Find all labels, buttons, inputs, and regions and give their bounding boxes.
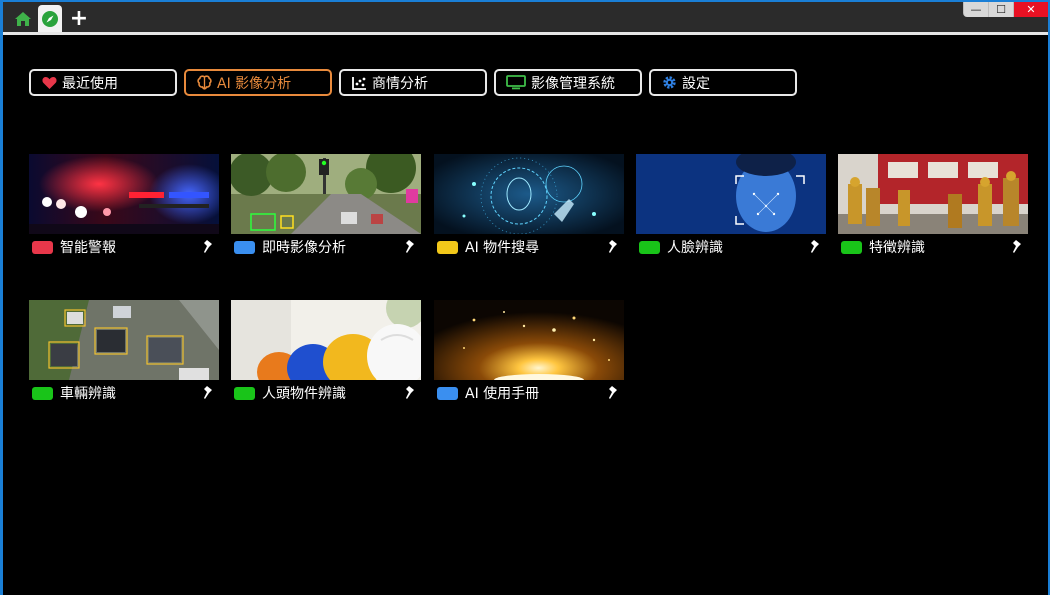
category-tag — [32, 240, 53, 254]
nav-vms-button[interactable]: 影像管理系統 — [494, 69, 642, 96]
card-title: 智能警報 — [60, 240, 116, 256]
category-tag — [437, 240, 458, 254]
card-vehicle-recognition[interactable]: 車輛辨識 — [29, 300, 219, 406]
nav-ai-video-label: AI 影像分析 — [217, 75, 292, 92]
heart-icon — [41, 75, 57, 91]
minimize-button[interactable]: — — [963, 2, 988, 17]
scatter-chart-icon — [351, 75, 367, 91]
card-caption: 人臉辨識 — [636, 234, 826, 260]
pin-icon[interactable] — [403, 386, 415, 400]
category-tag — [32, 386, 53, 400]
card-title: AI 物件搜尋 — [465, 240, 540, 256]
card-caption: 即時影像分析 — [231, 234, 421, 260]
active-tab[interactable] — [38, 5, 62, 33]
nav-business-button[interactable]: 商情分析 — [339, 69, 487, 96]
police-lights-image — [29, 154, 219, 234]
pin-icon[interactable] — [403, 240, 415, 254]
card-ai-object-search[interactable]: AI 物件搜尋 — [434, 154, 624, 260]
face-recognition-image — [636, 154, 826, 234]
category-tag — [841, 240, 862, 254]
monitor-icon — [506, 75, 526, 91]
pin-icon[interactable] — [606, 240, 618, 254]
nav-settings-button[interactable]: 設定 — [649, 69, 797, 96]
category-tag — [437, 386, 458, 400]
card-face-recognition[interactable]: 人臉辨識 — [636, 154, 826, 260]
card-caption: AI 使用手冊 — [434, 380, 624, 406]
category-tag — [234, 386, 255, 400]
pin-icon[interactable] — [808, 240, 820, 254]
ai-face-scan-image — [434, 154, 624, 234]
pin-icon[interactable] — [201, 386, 213, 400]
card-caption: 車輛辨識 — [29, 380, 219, 406]
gear-icon — [661, 75, 677, 91]
firefighters-image — [838, 154, 1028, 234]
card-title: 車輛辨識 — [60, 386, 116, 402]
golden-light-image — [434, 300, 624, 380]
nav-business-label: 商情分析 — [372, 75, 428, 92]
home-tab[interactable] — [11, 5, 35, 33]
card-feature-recognition[interactable]: 特徵辨識 — [838, 154, 1028, 260]
card-caption: 人頭物件辨識 — [231, 380, 421, 406]
maximize-button[interactable]: ☐ — [988, 2, 1013, 17]
brain-icon — [196, 75, 212, 91]
street-traffic-image — [231, 154, 421, 234]
card-title: 特徵辨識 — [869, 240, 925, 256]
window-controls: — ☐ ✕ — [963, 2, 1048, 17]
nav-ai-video-button[interactable]: AI 影像分析 — [184, 69, 332, 96]
card-caption: AI 物件搜尋 — [434, 234, 624, 260]
nav-recent-button[interactable]: 最近使用 — [29, 69, 177, 96]
home-icon — [15, 12, 31, 26]
close-button[interactable]: ✕ — [1013, 2, 1048, 17]
nav-vms-label: 影像管理系統 — [531, 75, 615, 92]
category-tag — [234, 240, 255, 254]
tab-bar: + — [3, 2, 1048, 33]
compass-icon — [42, 11, 58, 27]
nav-settings-label: 設定 — [682, 75, 710, 92]
tab-bar-divider — [3, 32, 1048, 35]
card-title: 人臉辨識 — [667, 240, 723, 256]
card-title: AI 使用手冊 — [465, 386, 540, 402]
card-title: 人頭物件辨識 — [262, 386, 346, 402]
add-tab-button[interactable]: + — [67, 5, 91, 33]
card-ai-manual[interactable]: AI 使用手冊 — [434, 300, 624, 406]
hard-hats-image — [231, 300, 421, 380]
card-smart-alert[interactable]: 智能警報 — [29, 154, 219, 260]
pin-icon[interactable] — [1010, 240, 1022, 254]
card-caption: 智能警報 — [29, 234, 219, 260]
card-realtime-video[interactable]: 即時影像分析 — [231, 154, 421, 260]
pin-icon[interactable] — [606, 386, 618, 400]
pin-icon[interactable] — [201, 240, 213, 254]
category-tag — [639, 240, 660, 254]
vehicle-detection-image — [29, 300, 219, 380]
card-title: 即時影像分析 — [262, 240, 346, 256]
nav-recent-label: 最近使用 — [62, 75, 118, 92]
card-head-object-recognition[interactable]: 人頭物件辨識 — [231, 300, 421, 406]
card-caption: 特徵辨識 — [838, 234, 1028, 260]
category-nav: 最近使用 AI 影像分析 商情分析 影像管理系統 設定 — [29, 69, 797, 96]
